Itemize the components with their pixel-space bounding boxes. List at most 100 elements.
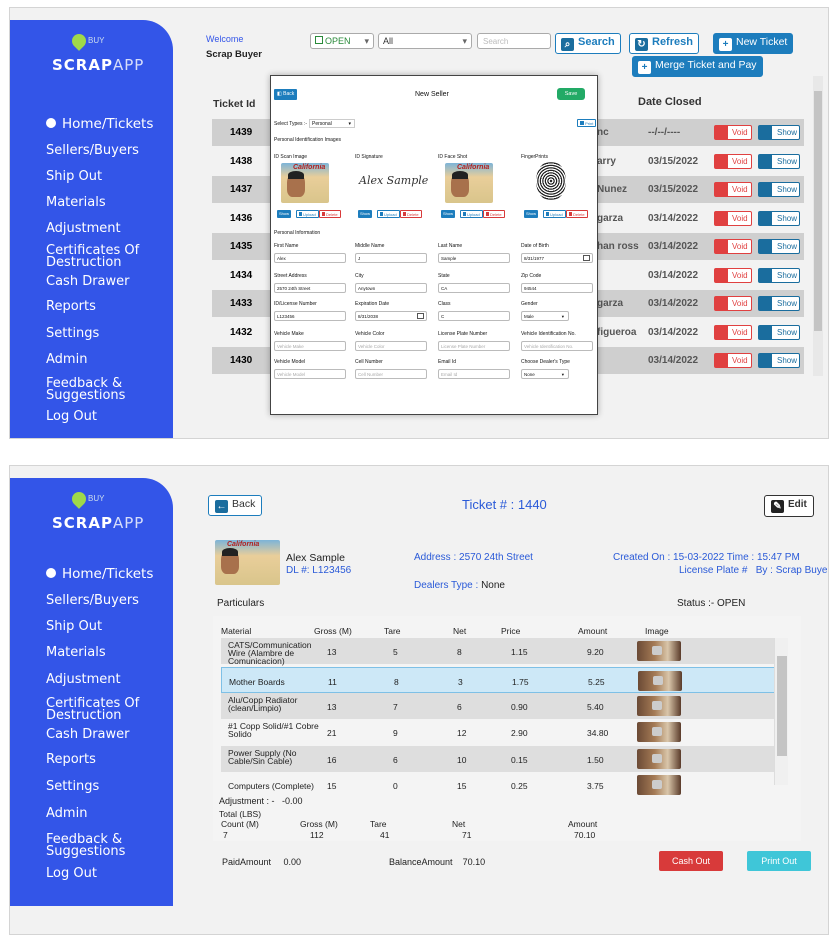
- delete-button[interactable]: Delete: [566, 210, 588, 218]
- material-image[interactable]: [637, 775, 681, 795]
- expiration-date-input[interactable]: 8/31/2038: [355, 311, 427, 321]
- edit-button[interactable]: ✎ Edit: [764, 495, 814, 517]
- type-select[interactable]: All ▾: [378, 33, 472, 49]
- id-scan-image[interactable]: California: [281, 163, 329, 203]
- show-button[interactable]: Show: [758, 296, 800, 311]
- delete-button[interactable]: Delete: [319, 210, 341, 218]
- vehicle-identification-no--input[interactable]: Vehicle Identification No.: [521, 341, 593, 351]
- particular-row[interactable]: Alu/Copp Radiator (clean/Limpio) 13 7 6 0.90…: [221, 693, 784, 719]
- show-image-button[interactable]: Show: [358, 210, 373, 218]
- show-image-button[interactable]: Show: [441, 210, 456, 218]
- fingerprint-image[interactable]: [536, 161, 566, 201]
- material-image[interactable]: [637, 749, 681, 769]
- sidebar-item-certificates-of-destruction[interactable]: Certificates Of Destruction: [46, 244, 166, 269]
- print-out-button[interactable]: Print Out: [747, 851, 811, 871]
- sidebar-item-ship-out[interactable]: Ship Out: [46, 620, 102, 633]
- void-button[interactable]: Void: [714, 353, 752, 368]
- show-button[interactable]: Show: [758, 239, 800, 254]
- sidebar-item-certificates-of-destruction[interactable]: Certificates Of Destruction: [46, 697, 166, 722]
- sidebar-item-materials[interactable]: Materials: [46, 646, 106, 659]
- sidebar-item-adjustment[interactable]: Adjustment: [46, 673, 121, 686]
- merge-ticket-button[interactable]: + Merge Ticket and Pay: [632, 56, 763, 77]
- upload-button[interactable]: Upload: [296, 210, 319, 218]
- gender-input[interactable]: Male ▾: [521, 311, 569, 321]
- show-button[interactable]: Show: [758, 324, 800, 340]
- sidebar-item-feedback-suggestions[interactable]: Feedback & Suggestions: [46, 377, 166, 402]
- calendar-icon[interactable]: [583, 255, 590, 261]
- scrollbar[interactable]: [813, 76, 823, 376]
- date-of-birth-input[interactable]: 8/31/1977: [521, 253, 593, 263]
- particular-row[interactable]: CATS/Communication Wire (Alambre de Comu…: [221, 638, 784, 665]
- signature-image[interactable]: Alex Sample: [359, 174, 428, 187]
- id-license-number-input[interactable]: L123456: [274, 311, 346, 321]
- id-face-image[interactable]: California: [445, 163, 493, 203]
- choose-dealer-s-type-input[interactable]: None ▾: [521, 369, 569, 379]
- material-image[interactable]: [637, 722, 681, 742]
- last-name-input[interactable]: Sample: [438, 253, 510, 263]
- sidebar-item-log-out[interactable]: Log Out: [46, 867, 97, 880]
- status-select[interactable]: OPEN ▾: [310, 33, 374, 49]
- first-name-input[interactable]: Alex: [274, 253, 346, 263]
- vehicle-color-input[interactable]: Vehicle Color: [355, 341, 427, 351]
- sidebar-item-feedback-suggestions[interactable]: Feedback & Suggestions: [46, 833, 166, 858]
- show-button[interactable]: Show: [758, 267, 800, 283]
- middle-name-input[interactable]: J: [355, 253, 427, 263]
- sidebar-item-sellers-buyers[interactable]: Sellers/Buyers: [46, 594, 139, 607]
- particular-row[interactable]: #1 Copp Solid/#1 Cobre Solido 21 9 12 2.90 34…: [221, 719, 784, 745]
- show-button[interactable]: Show: [758, 125, 800, 140]
- search-input[interactable]: Search: [477, 33, 551, 49]
- state-input[interactable]: CA: [438, 283, 510, 293]
- license-plate-number-input[interactable]: License Plate Number: [438, 341, 510, 351]
- vehicle-model-input[interactable]: Vehicle Model: [274, 369, 346, 379]
- chevron-down-icon[interactable]: ▾: [562, 372, 564, 378]
- sidebar-item-materials[interactable]: Materials: [46, 196, 106, 209]
- void-button[interactable]: Void: [714, 125, 752, 140]
- void-button[interactable]: Void: [714, 182, 752, 197]
- sidebar-item-settings[interactable]: Settings: [46, 780, 99, 793]
- sidebar-item-home-tickets[interactable]: Home/Tickets: [46, 117, 153, 131]
- sidebar-item-cash-drawer[interactable]: Cash Drawer: [46, 728, 129, 741]
- print-button[interactable]: Print: [577, 119, 597, 127]
- upload-button[interactable]: Upload: [543, 210, 566, 218]
- show-image-button[interactable]: Show: [524, 210, 539, 218]
- city-input[interactable]: Anytown: [355, 283, 427, 293]
- new-ticket-button[interactable]: + New Ticket: [713, 33, 794, 54]
- sidebar-item-settings[interactable]: Settings: [46, 327, 99, 340]
- class-input[interactable]: C: [438, 311, 510, 321]
- calendar-icon[interactable]: [417, 313, 424, 319]
- select-types-dropdown[interactable]: Personal ▾: [309, 119, 355, 128]
- chevron-down-icon[interactable]: ▾: [562, 314, 564, 320]
- void-button[interactable]: Void: [714, 296, 752, 311]
- sidebar-item-admin[interactable]: Admin: [46, 807, 87, 820]
- table-scrollbar[interactable]: [774, 638, 788, 785]
- show-button[interactable]: Show: [758, 153, 800, 169]
- void-button[interactable]: Void: [714, 267, 752, 283]
- show-button[interactable]: Show: [758, 182, 800, 197]
- sidebar-item-sellers-buyers[interactable]: Sellers/Buyers: [46, 144, 139, 157]
- refresh-button[interactable]: ↻ Refresh: [629, 33, 699, 54]
- vehicle-make-input[interactable]: Vehicle Make: [274, 341, 346, 351]
- show-image-button[interactable]: Show: [277, 210, 292, 218]
- email-id-input[interactable]: Email Id: [438, 369, 510, 379]
- sidebar-item-ship-out[interactable]: Ship Out: [46, 170, 102, 183]
- sidebar-item-home-tickets[interactable]: Home/Tickets: [46, 567, 153, 581]
- back-button[interactable]: ← Back: [208, 495, 263, 516]
- save-button[interactable]: Save: [557, 88, 585, 100]
- street-address-input[interactable]: 2570 24th Street: [274, 283, 346, 293]
- cash-out-button[interactable]: Cash Out: [659, 851, 723, 871]
- search-button[interactable]: ⌕ Search: [555, 33, 621, 54]
- sidebar-item-adjustment[interactable]: Adjustment: [46, 222, 121, 235]
- sidebar-item-log-out[interactable]: Log Out: [46, 410, 97, 423]
- void-button[interactable]: Void: [714, 239, 752, 254]
- material-image[interactable]: [637, 641, 681, 661]
- void-button[interactable]: Void: [714, 153, 752, 169]
- delete-button[interactable]: Delete: [483, 210, 505, 218]
- particular-row[interactable]: Computers (Complete) 15 0 15 0.25 3.75: [221, 772, 784, 798]
- sidebar-item-reports[interactable]: Reports: [46, 753, 96, 766]
- sidebar-item-admin[interactable]: Admin: [46, 353, 87, 366]
- zip-code-input[interactable]: 94544: [521, 283, 593, 293]
- void-button[interactable]: Void: [714, 324, 752, 340]
- delete-button[interactable]: Delete: [400, 210, 422, 218]
- upload-button[interactable]: Upload: [377, 210, 400, 218]
- cell-number-input[interactable]: Cell Number: [355, 369, 427, 379]
